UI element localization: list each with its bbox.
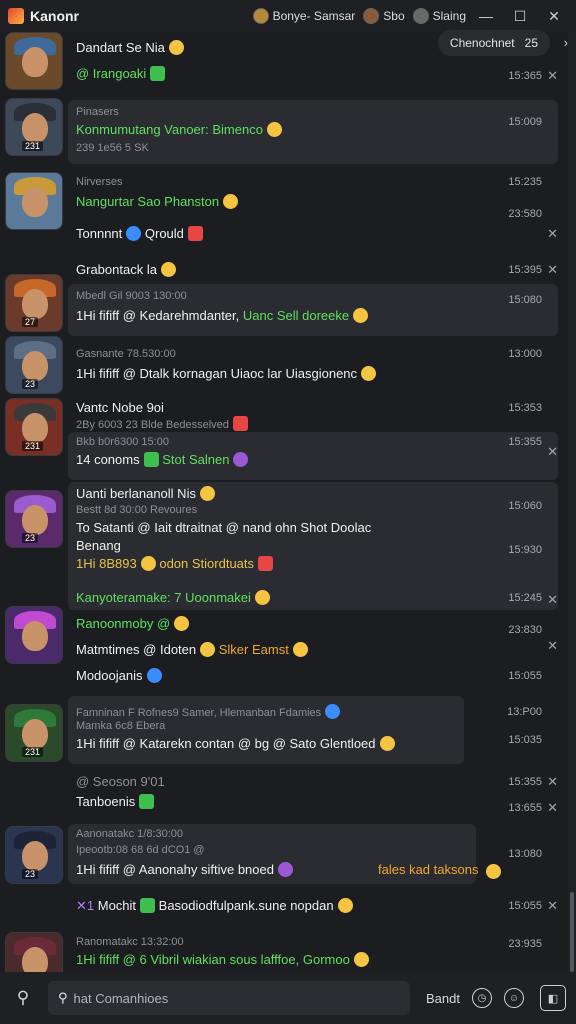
- emoji-icon: [266, 122, 282, 137]
- badge-icon: [143, 452, 159, 467]
- list-item[interactable]: ✕1 Mochit Basodiodfulpank.sune nopdan 15…: [0, 892, 568, 928]
- list-item[interactable]: Bkb b0r6300 15:00 14 conoms Stot Salnen …: [0, 430, 568, 482]
- close-window-button[interactable]: ✕: [540, 4, 568, 28]
- profile-chip-1[interactable]: Bonye- Samsar: [252, 8, 355, 24]
- avatar: 23: [5, 336, 63, 394]
- emoji-icon: [223, 194, 239, 209]
- emoji-icon: [174, 616, 190, 631]
- avatar: [5, 932, 63, 972]
- list-item[interactable]: @ Seoson 9'01 Tanboenis 15:355 13:655 ✕ …: [0, 768, 568, 820]
- scrollbar-thumb[interactable]: [570, 892, 574, 972]
- emoji-icon: [361, 366, 377, 381]
- window-toggle-icon[interactable]: ◧: [539, 985, 566, 1011]
- app-title: Kanonr: [30, 8, 79, 24]
- badge-icon: [150, 66, 166, 81]
- send-button[interactable]: Bandt: [426, 991, 460, 1006]
- profile-chip-3[interactable]: Slaing: [412, 8, 466, 24]
- clock-icon[interactable]: ◷: [471, 988, 492, 1008]
- avatar: [252, 8, 269, 24]
- emoji-icon: [233, 452, 249, 467]
- list-item[interactable]: 23 Aanonatakc 1/8:30:00 Ipeootb:08 68 6d…: [0, 822, 568, 886]
- avatar: [5, 172, 63, 230]
- close-icon[interactable]: ✕: [547, 592, 558, 608]
- avatar: [5, 606, 63, 664]
- info-icon: [146, 668, 162, 683]
- avatar: 23: [5, 826, 63, 884]
- badge-icon: [258, 556, 274, 571]
- emoji-icon: [200, 642, 216, 657]
- emoji-picker-icon[interactable]: ☺: [503, 988, 524, 1008]
- emoji-icon: [379, 736, 395, 751]
- emoji-icon: [292, 642, 308, 657]
- maximize-button[interactable]: ☐: [506, 4, 534, 28]
- emoji-icon: [353, 952, 369, 967]
- close-icon[interactable]: ✕: [547, 898, 558, 914]
- avatar: [363, 8, 380, 24]
- avatar: 231: [5, 704, 63, 762]
- emoji-icon: [140, 556, 156, 571]
- badge-icon: [232, 416, 248, 431]
- emoji-icon: [353, 308, 369, 323]
- badge-icon: [187, 226, 203, 241]
- badge-icon: [140, 898, 156, 913]
- emoji-icon: [254, 590, 270, 605]
- filter-chip-count: 25: [524, 36, 538, 50]
- list-item[interactable]: Kanyoteramake: 7 Uoonmakei Ranoonmoby @ …: [0, 588, 568, 692]
- emoji-icon: [486, 864, 501, 879]
- avatar: [412, 8, 429, 24]
- composer-bar: ⚲ ⚲ Bandt ◷ ☺ ◧: [0, 972, 576, 1024]
- close-icon[interactable]: ✕: [547, 68, 558, 84]
- minimize-button[interactable]: —: [472, 4, 500, 28]
- list-item[interactable]: 231 Pinasers Konmumutang Vanoer: Bimenco…: [0, 96, 568, 168]
- close-icon[interactable]: ✕: [547, 226, 558, 242]
- search-icon: ⚲: [58, 990, 68, 1005]
- emoji-icon: [199, 486, 215, 501]
- emoji-icon: [337, 898, 353, 913]
- emoji-icon: [168, 40, 184, 55]
- avatar: 27: [5, 274, 63, 332]
- attach-icon[interactable]: ⚲: [8, 983, 38, 1013]
- close-icon[interactable]: ✕: [547, 774, 558, 790]
- emoji-icon: [277, 862, 293, 877]
- filter-chip-label: Chenochnet: [449, 36, 515, 50]
- avatar: [5, 32, 63, 90]
- list-item[interactable]: 231 Famninan F Rofnes9 Samer, Hlemanban …: [0, 696, 568, 768]
- title-bar: Kanonr Bonye- Samsar Sbo Slaing — ☐ ✕: [0, 0, 576, 32]
- app-window: Kanonr Bonye- Samsar Sbo Slaing — ☐ ✕ Ch…: [0, 0, 576, 1024]
- filter-chip[interactable]: Chenochnet 25: [437, 30, 550, 56]
- list-item[interactable]: 27 Mbedl Gil 9003 130:00 1Hi fififf @ Ke…: [0, 268, 568, 336]
- notification-feed[interactable]: Dandart Se Nia @ Irangoaki 15:365 ✕ 231 …: [0, 32, 568, 972]
- close-icon[interactable]: ✕: [547, 638, 558, 654]
- close-icon[interactable]: ✕: [547, 800, 558, 816]
- search-input[interactable]: [73, 990, 400, 1006]
- search-box[interactable]: ⚲: [48, 981, 410, 1015]
- list-item[interactable]: Ranomatakc 13:32:00 1Hi fififf @ 6 Vibri…: [0, 930, 568, 972]
- avatar: 231: [5, 98, 63, 156]
- list-item[interactable]: 23 Gasnante 78.530:00 1Hi fififf @ Dtalk…: [0, 334, 568, 394]
- scrollbar[interactable]: [568, 32, 576, 972]
- app-logo-icon: [8, 8, 24, 24]
- list-item[interactable]: Nirverses Nangurtar Sao Phanston Tonnnnt…: [0, 170, 568, 266]
- close-icon[interactable]: ✕: [547, 444, 558, 460]
- profile-chip-2[interactable]: Sbo: [363, 8, 405, 24]
- chevron-right-icon[interactable]: ›: [564, 35, 568, 50]
- badge-icon: [139, 794, 155, 809]
- avatar: 23: [5, 490, 63, 548]
- info-icon: [325, 704, 341, 719]
- info-icon: [126, 226, 142, 241]
